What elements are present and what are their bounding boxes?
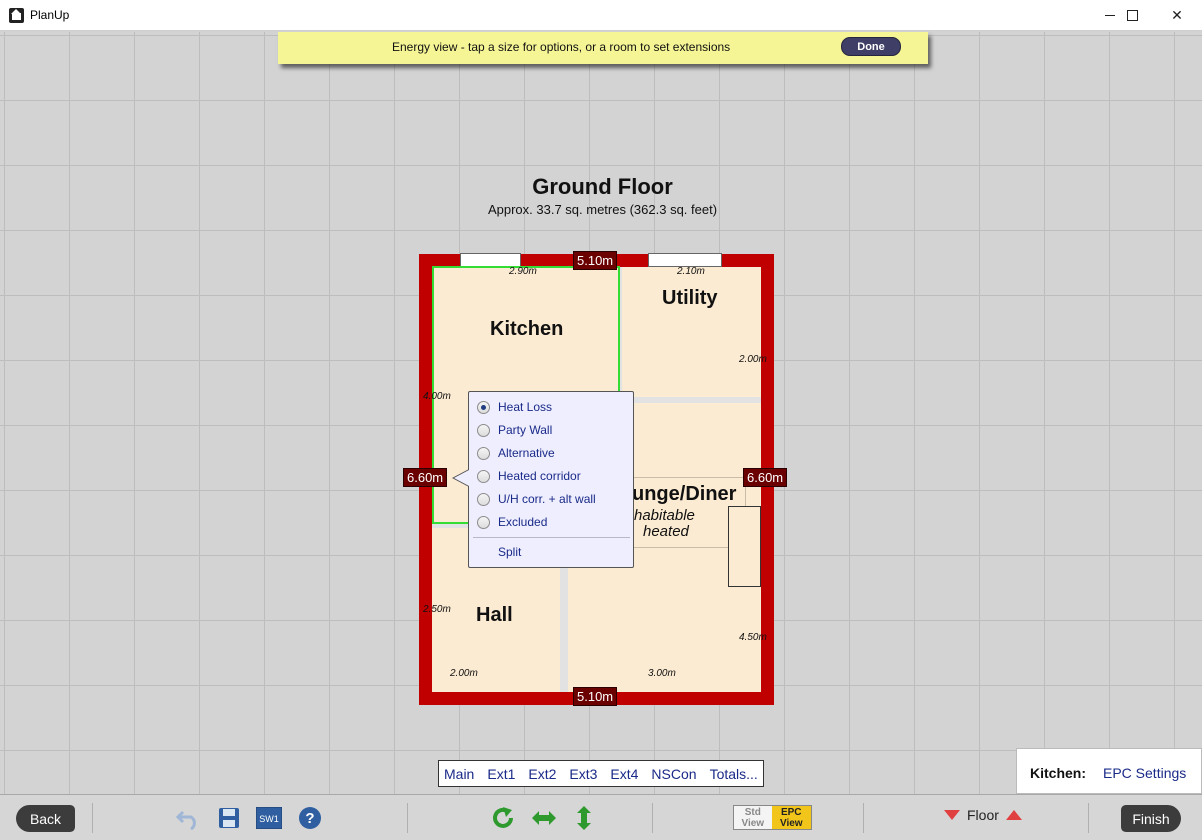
tab-ext4[interactable]: Ext4 (610, 766, 638, 782)
undo-icon[interactable] (176, 805, 202, 831)
option-heat-loss[interactable]: Heat Loss (477, 398, 552, 416)
dim-bottom-wall[interactable]: 5.10m (573, 687, 618, 706)
dim-lounge-height[interactable]: 4.50m (739, 632, 767, 643)
window-kitchen (460, 253, 521, 267)
option-label: Excluded (498, 515, 548, 529)
window-utility (648, 253, 722, 267)
dim-kitchen-height[interactable]: 4.00m (423, 391, 451, 402)
floor-down-icon[interactable] (944, 810, 960, 820)
banner-text: Energy view - tap a size for options, or… (392, 40, 731, 54)
back-button[interactable]: Back (16, 805, 75, 832)
toolbar-divider (407, 803, 408, 833)
maximize-button[interactable] (1109, 0, 1155, 31)
dim-left-wall[interactable]: 6.60m (403, 468, 448, 487)
partition-wall (622, 397, 761, 403)
option-label: Alternative (498, 446, 555, 460)
dim-hall-width[interactable]: 2.00m (450, 668, 478, 679)
radio-icon[interactable] (477, 423, 490, 437)
view-toggle[interactable]: Std View EPC View (733, 805, 812, 830)
floor-up-icon[interactable] (1005, 810, 1022, 820)
window-title: PlanUp (30, 8, 70, 22)
radio-icon[interactable] (477, 469, 490, 483)
bottom-toolbar: Back SW1 ? Std View EPC View Floor Finis… (0, 794, 1202, 840)
popup-divider (473, 537, 630, 538)
selected-room-name: Kitchen: (1030, 765, 1086, 781)
epc-view-label: EPC (780, 807, 802, 818)
done-button[interactable]: Done (841, 37, 901, 56)
partition-wall (620, 267, 622, 403)
radio-selected-icon[interactable] (477, 400, 490, 414)
floor-title: Ground Floor (532, 174, 673, 199)
info-banner: Energy view - tap a size for options, or… (278, 32, 928, 64)
option-label: Heat Loss (498, 400, 553, 414)
std-view-label: View (741, 818, 765, 829)
extension-tabs: Main Ext1 Ext2 Ext3 Ext4 NSCon Totals... (438, 760, 764, 787)
toolbar-divider (1088, 803, 1089, 833)
option-label: Heated corridor (498, 469, 581, 483)
toolbar-divider (652, 803, 653, 833)
tab-ext1[interactable]: Ext1 (487, 766, 515, 782)
std-view-button[interactable]: Std View (734, 806, 772, 829)
close-button[interactable] (1154, 0, 1200, 31)
room-info-panel: Kitchen: EPC Settings (1016, 748, 1202, 794)
floor-area: Approx. 33.7 sq. metres (362.3 sq. feet) (487, 202, 718, 217)
tab-ext2[interactable]: Ext2 (528, 766, 556, 782)
floor-selector: Floor (944, 807, 1022, 823)
floor-label: Floor (967, 807, 999, 823)
radio-icon[interactable] (477, 492, 490, 506)
wall-type-popup: Heat Loss Party Wall Alternative Heated … (468, 391, 634, 568)
rotate-icon[interactable] (490, 805, 516, 831)
epc-view-label: View (779, 818, 803, 829)
dim-lounge-width[interactable]: 3.00m (648, 668, 676, 679)
utility-label: Utility (662, 287, 718, 309)
flip-horizontal-icon[interactable] (531, 805, 557, 831)
tab-nscon[interactable]: NSCon (651, 766, 696, 782)
dim-utility-height[interactable]: 2.00m (739, 354, 767, 365)
option-label: Party Wall (498, 423, 553, 437)
option-label: U/H corr. + alt wall (498, 492, 596, 506)
cupboard (728, 506, 761, 587)
dim-utility-width[interactable]: 2.10m (677, 266, 705, 277)
save-icon[interactable] (216, 805, 242, 831)
dim-kitchen-width[interactable]: 2.90m (509, 266, 537, 277)
epc-view-button[interactable]: EPC View (771, 806, 811, 829)
radio-icon[interactable] (477, 515, 490, 529)
svg-text:?: ? (305, 810, 314, 827)
epc-settings-link[interactable]: EPC Settings (1103, 765, 1186, 781)
option-heated-corridor[interactable]: Heated corridor (477, 467, 581, 485)
dim-hall-height[interactable]: 2.50m (423, 604, 451, 615)
tab-totals[interactable]: Totals... (710, 766, 758, 782)
dim-right-wall[interactable]: 6.60m (743, 468, 788, 487)
option-alternative[interactable]: Alternative (477, 444, 555, 462)
lounge-label: unge/Diner (632, 483, 737, 505)
finish-button[interactable]: Finish (1121, 805, 1181, 832)
hall-label: Hall (476, 604, 513, 626)
split-option[interactable]: Split (498, 545, 521, 559)
kitchen-label: Kitchen (490, 318, 564, 340)
sw1-icon[interactable]: SW1 (256, 805, 282, 831)
tab-main[interactable]: Main (444, 766, 474, 782)
flip-vertical-icon[interactable] (571, 805, 597, 831)
help-icon[interactable]: ? (297, 805, 323, 831)
toolbar-divider (863, 803, 864, 833)
std-view-label: Std (744, 807, 761, 818)
radio-icon[interactable] (477, 446, 490, 460)
sw1-text: SW1 (259, 814, 279, 824)
lounge-status-1: habitable (634, 507, 695, 524)
option-excluded[interactable]: Excluded (477, 513, 547, 531)
title-bar: PlanUp (0, 0, 1202, 31)
app-icon (9, 8, 24, 23)
popup-pointer-fill (454, 470, 469, 486)
toolbar-divider (92, 803, 93, 833)
option-party-wall[interactable]: Party Wall (477, 421, 552, 439)
lounge-status-2: heated (643, 523, 689, 540)
dim-top-wall[interactable]: 5.10m (573, 251, 618, 270)
option-uh-corridor-alt-wall[interactable]: U/H corr. + alt wall (477, 490, 596, 508)
tab-ext3[interactable]: Ext3 (569, 766, 597, 782)
